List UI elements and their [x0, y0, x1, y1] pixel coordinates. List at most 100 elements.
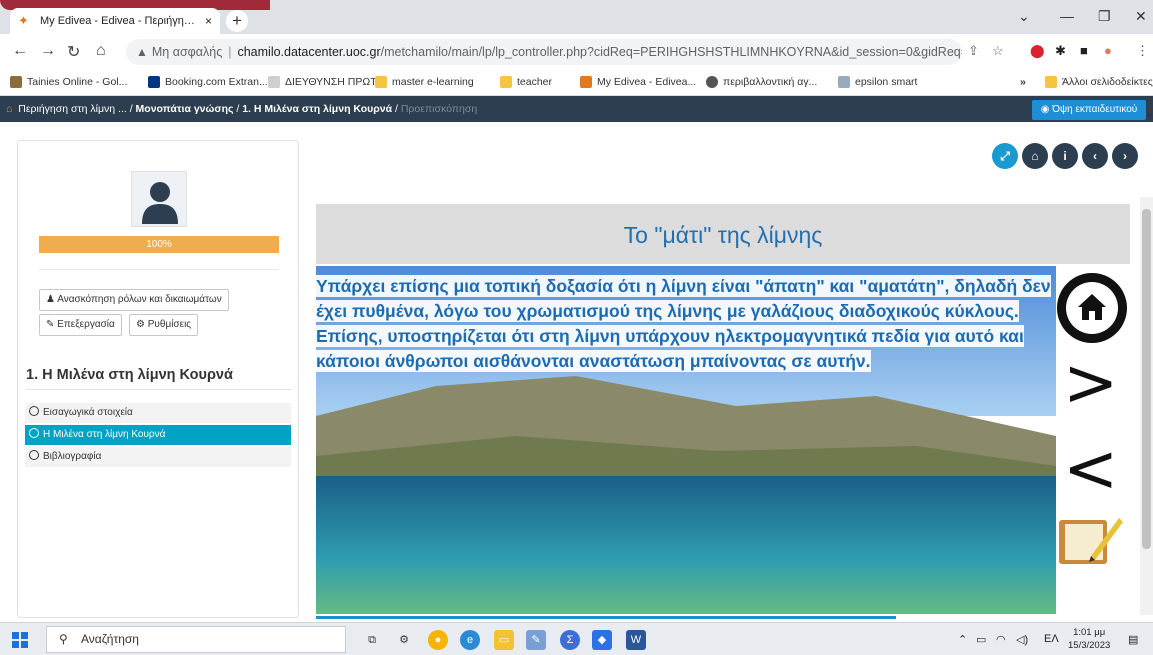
home-icon[interactable]: ⌂: [6, 103, 12, 115]
edivea-favicon-icon: ✦: [18, 13, 29, 28]
settings-gear-icon[interactable]: ⚙: [394, 630, 414, 650]
fullscreen-icon[interactable]: ⤢: [992, 143, 1018, 169]
check-circle-icon: [29, 406, 39, 416]
browser-tab[interactable]: ✦ My Edivea - Edivea - Περιήγηση σ ×: [10, 8, 220, 34]
dropbox-icon[interactable]: ◆: [592, 630, 612, 650]
gear-icon: ⚙: [136, 319, 145, 330]
bookmark-item[interactable]: περιβαλλοντική αγ...: [706, 76, 817, 88]
more-bookmarks-button[interactable]: »: [1020, 76, 1026, 88]
bookmark-item[interactable]: Booking.com Extran...: [148, 76, 268, 88]
globe-icon: [706, 76, 718, 88]
divider: [26, 389, 292, 390]
user-silhouette-icon: [142, 182, 178, 224]
bookmark-item[interactable]: My Edivea - Edivea...: [580, 76, 696, 88]
edit-button[interactable]: ✎ Επεξεργασία: [39, 314, 122, 336]
folder-icon: [375, 76, 387, 88]
notifications-icon[interactable]: ▤: [1128, 633, 1138, 646]
browser-tab-strip: ✦ My Edivea - Edivea - Περιήγηση σ × + ⌄…: [0, 0, 1153, 34]
bookmark-item[interactable]: Tainies Online - Gol...: [10, 76, 127, 88]
previous-icon[interactable]: ‹: [1082, 143, 1108, 169]
next-slide-arrow-icon[interactable]: >: [1063, 350, 1118, 416]
share-icon[interactable]: ⇪: [968, 43, 979, 59]
restore-window-button[interactable]: ❐: [1098, 8, 1111, 25]
paint-icon[interactable]: ✎: [526, 630, 546, 650]
language-indicator[interactable]: ΕΛ: [1044, 633, 1059, 645]
forward-arrow-icon[interactable]: →: [40, 42, 56, 60]
home-icon[interactable]: ⌂: [96, 42, 106, 60]
menu-dots-icon[interactable]: ⋮: [1136, 43, 1149, 59]
breadcrumb-course[interactable]: Περιήγηση στη λίμνη ...: [18, 103, 127, 115]
check-circle-icon: [29, 450, 39, 460]
adblock-icon[interactable]: ⬤: [1030, 43, 1045, 59]
home-icon[interactable]: ⌂: [1022, 143, 1048, 169]
back-arrow-icon[interactable]: ←: [12, 42, 28, 60]
lp-item-intro[interactable]: Εισαγωγικά στοιχεία: [25, 403, 291, 423]
tab-close-icon[interactable]: ×: [205, 14, 212, 28]
ministry-favicon-icon: [268, 76, 280, 88]
notebook-icon[interactable]: [1055, 512, 1125, 568]
slide-header: Το "μάτι" της λίμνης: [316, 204, 1130, 264]
home-icon[interactable]: [1057, 273, 1127, 343]
progress-bar: 100%: [39, 236, 279, 253]
lake-photo: Υπάρχει επίσης μια τοπική δοξασία ότι η …: [316, 266, 1056, 614]
minimize-window-button[interactable]: —: [1060, 8, 1074, 24]
app-breadcrumb-bar: ⌂ Περιήγηση στη λίμνη ... / Μονοπάτια γν…: [0, 96, 1153, 122]
pencil-icon: ✎: [46, 319, 55, 330]
slide-frame: Το "μάτι" της λίμνης Υπάρχει επίσης μια …: [316, 204, 1130, 618]
previous-slide-arrow-icon[interactable]: <: [1063, 436, 1118, 502]
epsilon-favicon-icon: [838, 76, 850, 88]
check-circle-icon: [29, 428, 39, 438]
other-bookmarks-folder[interactable]: Άλλοι σελιδοδείκτες: [1045, 76, 1153, 88]
chrome-icon[interactable]: ●: [428, 630, 448, 650]
extensions-icon[interactable]: ✱: [1055, 43, 1066, 59]
roles-review-button[interactable]: ♟ Ανασκόπηση ρόλων και δικαιωμάτων: [39, 289, 229, 311]
divider: [39, 269, 279, 270]
reload-icon[interactable]: ↻: [67, 42, 80, 62]
bookmark-star-icon[interactable]: ☆: [992, 43, 1004, 59]
sidepanel-icon[interactable]: ■: [1080, 43, 1088, 58]
breadcrumb-lp[interactable]: 1. Η Μιλένα στη λίμνη Κουρνά: [242, 103, 392, 115]
slide-progress-line: [316, 616, 896, 619]
edivea-favicon-icon: [580, 76, 592, 88]
insecure-label: Μη ασφαλής: [151, 45, 223, 59]
warning-icon: ▲: [136, 45, 148, 59]
new-tab-button[interactable]: +: [226, 10, 248, 32]
task-view-icon[interactable]: ⧉: [362, 630, 382, 650]
windows-taskbar: ⚲ Αναζήτηση ⧉ ⚙ ● e ▭ ✎ Σ ◆ W ⌃ ▭ ◠ ◁) Ε…: [0, 622, 1153, 655]
address-bar[interactable]: ▲ Μη ασφαλής | chamilo.datacenter.uoc.gr…: [126, 39, 962, 65]
breadcrumb-learning-paths[interactable]: Μονοπάτια γνώσης: [136, 103, 234, 115]
lp-title: 1. Η Μιλένα στη λίμνη Κουρνά: [26, 367, 233, 383]
bookmark-item[interactable]: master e-learning: [375, 76, 474, 88]
info-icon[interactable]: i: [1052, 143, 1078, 169]
taskbar-search-input[interactable]: ⚲ Αναζήτηση: [46, 626, 346, 653]
bookmark-item[interactable]: ΔΙΕΥΘΥΝΣΗ ΠΡΩΤ...: [268, 76, 384, 88]
sigma-app-icon[interactable]: Σ: [560, 630, 580, 650]
windows-start-icon[interactable]: [12, 632, 28, 648]
tray-expand-icon[interactable]: ⌃: [958, 633, 967, 646]
bookmarks-bar: Tainies Online - Gol... Booking.com Extr…: [0, 70, 1153, 96]
taskbar-clock[interactable]: 1:01 μμ 15/3/2023: [1068, 626, 1110, 652]
file-explorer-icon[interactable]: ▭: [494, 630, 514, 650]
next-icon[interactable]: ›: [1112, 143, 1138, 169]
folder-icon: [1045, 76, 1057, 88]
slide-title: Το "μάτι" της λίμνης: [623, 222, 823, 248]
scrollbar[interactable]: [1140, 197, 1153, 615]
edge-icon[interactable]: e: [460, 630, 480, 650]
breadcrumb: ⌂ Περιήγηση στη λίμνη ... / Μονοπάτια γν…: [6, 103, 478, 115]
progress-fill: 100%: [39, 236, 279, 253]
wifi-icon[interactable]: ◠: [996, 633, 1006, 646]
teacher-view-button[interactable]: ◉ Όψη εκπαιδευτικού: [1032, 100, 1146, 120]
browser-toolbar: ← → ↻ ⌂ ▲ Μη ασφαλής | chamilo.datacente…: [0, 34, 1153, 70]
volume-icon[interactable]: ◁): [1016, 633, 1028, 646]
lp-item-milena[interactable]: Η Μιλένα στη λίμνη Κουρνά: [25, 425, 291, 445]
bookmark-item[interactable]: epsilon smart: [838, 76, 917, 88]
close-window-button[interactable]: ✕: [1135, 8, 1147, 25]
tab-search-chevron-icon[interactable]: ⌄: [1018, 8, 1030, 25]
bookmark-item[interactable]: teacher: [500, 76, 552, 88]
settings-button[interactable]: ⚙ Ρυθμίσεις: [129, 314, 199, 336]
profile-avatar-icon[interactable]: ●: [1104, 43, 1112, 58]
lp-item-bibliography[interactable]: Βιβλιογραφία: [25, 447, 291, 467]
word-icon[interactable]: W: [626, 630, 646, 650]
eye-icon: ◉: [1040, 104, 1050, 115]
battery-icon[interactable]: ▭: [976, 633, 986, 646]
